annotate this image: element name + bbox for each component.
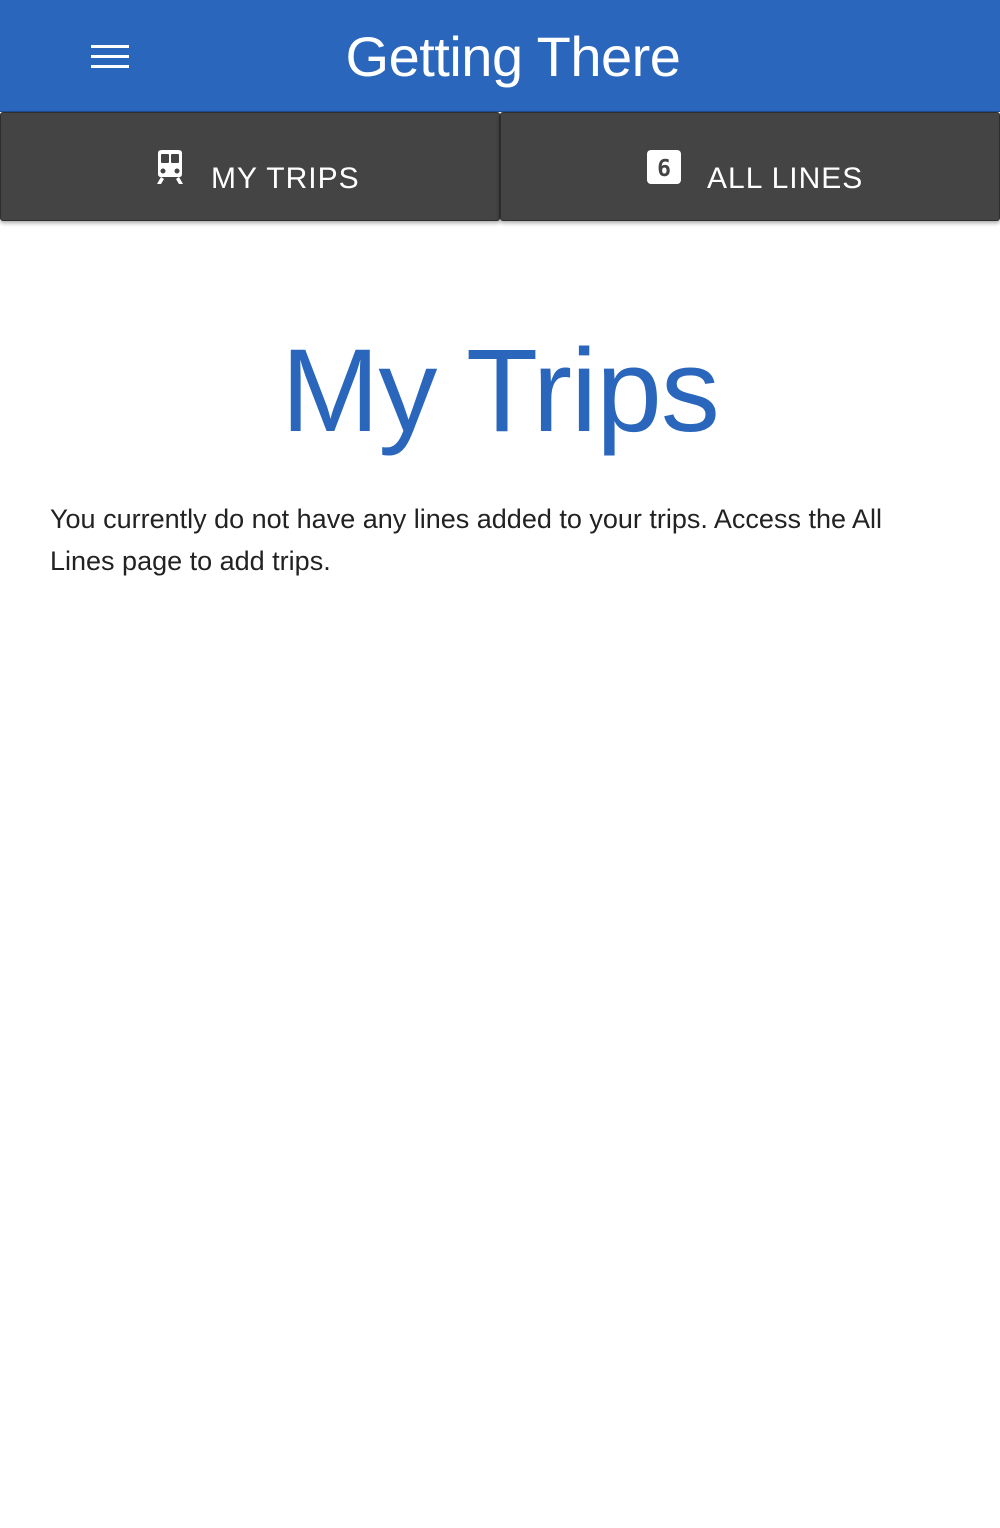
tab-label: ALL LINES — [707, 162, 864, 195]
app-bar: Getting There — [0, 0, 1000, 112]
tab-bar: MY TRIPS 6 ALL LINES — [0, 112, 1000, 224]
page-title: My Trips — [281, 325, 720, 457]
empty-state-message: You currently do not have any lines adde… — [50, 504, 883, 576]
tab-label: MY TRIPS — [211, 162, 360, 195]
tab-my-trips[interactable]: MY TRIPS — [0, 112, 500, 221]
line-badge-text: 6 — [657, 156, 671, 182]
line-6-badge-icon: 6 — [647, 150, 681, 184]
train-icon — [157, 150, 183, 184]
tab-all-lines[interactable]: 6 ALL LINES — [500, 112, 1000, 221]
app: Getting There MY TRIPS 6 ALL LINES My Tr… — [0, 0, 1000, 1528]
app-title: Getting There — [345, 25, 681, 88]
